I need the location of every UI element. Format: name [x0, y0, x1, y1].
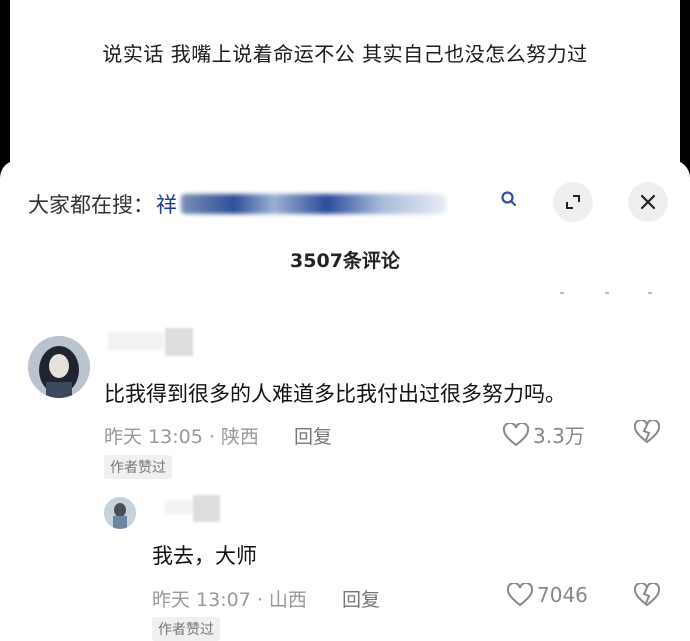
divider-dot	[560, 292, 564, 294]
divider-dot	[648, 292, 652, 294]
comment-meta: 昨天 13:07 · 山西	[152, 589, 307, 611]
comment-text: 比我得到很多的人难道多比我付出过很多努力吗。	[104, 382, 566, 406]
close-button[interactable]	[628, 182, 668, 222]
like-count: 7046	[537, 583, 588, 607]
username-blurred[interactable]	[165, 500, 193, 514]
search-query: 祥	[156, 193, 177, 217]
heart-icon	[503, 422, 529, 446]
username-blurred[interactable]	[193, 495, 220, 522]
like-button[interactable]: 7046	[507, 583, 588, 607]
reply-button[interactable]: 回复	[342, 585, 380, 612]
heart-icon	[507, 583, 533, 607]
avatar[interactable]	[104, 497, 136, 529]
avatar-image	[28, 336, 90, 398]
like-count: 3.3万	[533, 424, 585, 448]
author-liked-badge: 作者赞过	[104, 455, 172, 479]
avatar[interactable]	[28, 336, 90, 398]
comment-meta: 昨天 13:05 · 陕西	[104, 426, 259, 448]
close-icon	[640, 194, 656, 210]
comment-text: 我去，大师	[152, 544, 257, 568]
author-liked-badge: 作者赞过	[152, 617, 220, 641]
dislike-icon[interactable]	[634, 583, 660, 607]
comment-sheet: 大家都在搜： 祥 3507条评论 比我得到很多的人难道多比我付出过很多努力吗。 …	[0, 160, 690, 641]
search-suggestion[interactable]: 大家都在搜： 祥	[28, 188, 446, 220]
expand-button[interactable]	[553, 182, 593, 222]
avatar-image	[104, 497, 136, 529]
divider-dot	[605, 292, 609, 294]
post-area: 说实话 我嘴上说着命运不公 其实自己也没怎么努力过	[10, 0, 680, 175]
like-button[interactable]: 3.3万	[503, 420, 585, 449]
post-text: 说实话 我嘴上说着命运不公 其实自己也没怎么努力过	[102, 42, 588, 66]
dislike-icon[interactable]	[634, 420, 660, 444]
username-blurred[interactable]	[165, 328, 193, 356]
username-blurred[interactable]	[108, 332, 163, 350]
search-icon[interactable]	[500, 190, 518, 208]
blurred-query	[181, 194, 446, 214]
reply-button[interactable]: 回复	[294, 422, 332, 449]
comment-count: 3507条评论	[290, 250, 400, 272]
expand-icon	[566, 195, 580, 209]
search-prefix: 大家都在搜：	[28, 193, 154, 217]
